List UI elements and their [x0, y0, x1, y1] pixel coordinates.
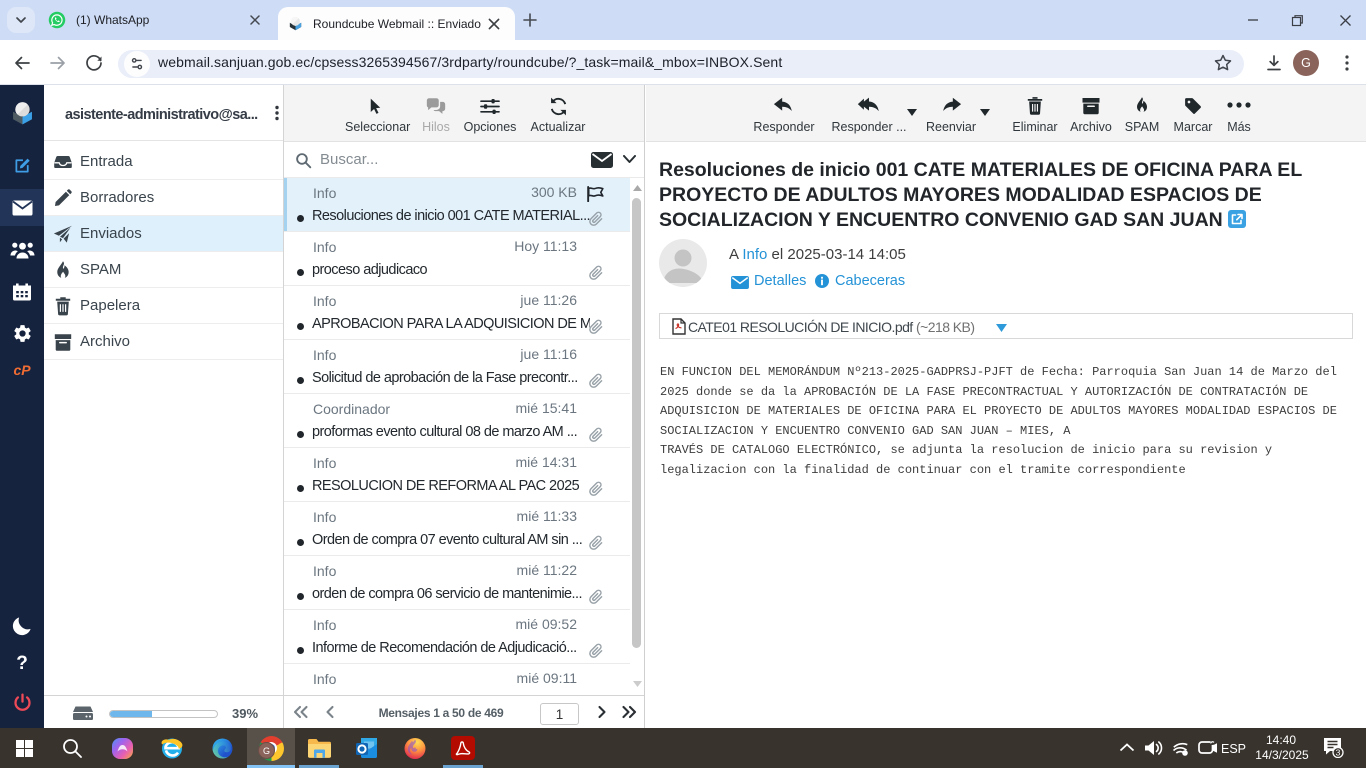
svg-text:3: 3: [1336, 748, 1341, 758]
